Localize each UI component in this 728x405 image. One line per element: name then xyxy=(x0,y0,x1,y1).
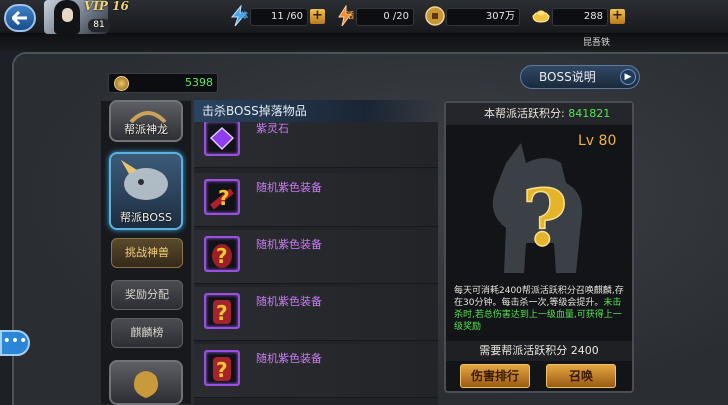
list-item[interactable]: ? 随机紫色装备 xyxy=(194,287,438,341)
damage-rank-button[interactable]: 伤害排行 xyxy=(460,364,530,388)
mystery-equipment-icon: ? xyxy=(204,350,240,386)
summon-button[interactable]: 召唤 xyxy=(546,364,616,388)
money-bag-icon xyxy=(133,371,159,398)
boss-info-label: BOSS说明 xyxy=(539,70,596,84)
list-item[interactable]: ? 随机紫色装备 xyxy=(194,173,438,227)
activity-score: 本帮派活跃积分: 841821 xyxy=(446,103,632,125)
item-name: 随机紫色装备 xyxy=(256,181,322,194)
purple-gem-icon xyxy=(204,122,240,156)
drop-list-title: 击杀BOSS掉落物品 xyxy=(194,100,438,122)
boss-silhouette-icon: ? xyxy=(492,143,582,273)
boss-info-button[interactable]: BOSS说明 ▶ xyxy=(520,65,640,89)
chat-ellipsis-icon: ••• xyxy=(2,333,28,349)
arrow-left-icon xyxy=(12,11,27,25)
boss-description: 每天可消耗2400帮派活跃积分召唤麒麟,存在30分钟。每击杀一次,等级会提升。未… xyxy=(454,285,626,333)
sidebar-item-challenge[interactable]: 挑战神兽 xyxy=(111,238,183,268)
svg-text:?: ? xyxy=(218,186,230,210)
play-arrow-icon: ▶ xyxy=(620,69,636,85)
sidebar-item-dragon[interactable]: 帮派神龙 xyxy=(109,100,183,142)
sidebar-item-label: 帮派BOSS xyxy=(120,211,172,224)
mystery-equipment-icon: ? xyxy=(204,236,240,272)
stamina-value: 11 /60 xyxy=(250,8,308,26)
sidebar-item-bag[interactable] xyxy=(109,360,183,405)
sidebar-item-guild-boss[interactable]: 帮派BOSS xyxy=(109,152,183,230)
drop-list[interactable]: 紫灵石 ? 随机紫色装备 ? 随机紫色装备 ? 随机紫色装备 ? 随机紫色装备 xyxy=(194,122,438,405)
item-name: 紫灵石 xyxy=(256,122,289,135)
stamina-label: 体 xyxy=(240,11,248,20)
svg-text:?: ? xyxy=(216,358,228,382)
list-item[interactable]: ? 随机紫色装备 xyxy=(194,344,438,398)
item-name: 随机紫色装备 xyxy=(256,352,322,365)
svg-text:?: ? xyxy=(522,173,568,264)
svg-text:?: ? xyxy=(216,301,228,325)
top-bar: VIP 16 81 体 11 /60 + 活 0 /20 307万 288 + xyxy=(0,0,728,34)
item-name: 随机紫色装备 xyxy=(256,238,322,251)
boss-panel: 本帮派活跃积分: 841821 Lv 80 ? 每天可消耗2400帮派活跃积分召… xyxy=(444,101,634,393)
guild-score-value: 5398 xyxy=(185,76,213,89)
back-button[interactable] xyxy=(4,4,36,32)
sidebar-item-rewards[interactable]: 奖励分配 xyxy=(111,280,183,310)
boss-description-main: 每天可消耗2400帮派活跃积分召唤麒麟,存在30分钟。每击杀一次,等级会提升。 xyxy=(454,286,624,308)
list-item[interactable]: 紫灵石 xyxy=(194,122,438,168)
score-coin-icon xyxy=(114,76,129,91)
vitality-label: 活 xyxy=(346,11,354,20)
player-level: 81 xyxy=(88,19,110,32)
add-stamina-button[interactable]: + xyxy=(310,9,325,24)
list-item[interactable]: ? 随机紫色装备 xyxy=(194,230,438,284)
qilin-icon xyxy=(121,160,168,200)
mystery-equipment-icon: ? xyxy=(204,293,240,329)
sidebar-item-label: 帮派神龙 xyxy=(124,123,168,136)
activity-score-label: 本帮派活跃积分: xyxy=(484,107,565,120)
mystery-equipment-icon: ? xyxy=(204,179,240,215)
item-name: 随机紫色装备 xyxy=(256,295,322,308)
vitality-value: 0 /20 xyxy=(356,8,414,26)
guild-score: 5398 xyxy=(108,73,218,93)
coin-icon xyxy=(425,6,445,26)
activity-score-value: 841821 xyxy=(568,107,611,120)
summon-cost: 需要帮派活跃积分 2400 xyxy=(446,341,632,361)
gold-value: 288 xyxy=(552,8,608,26)
svg-text:?: ? xyxy=(216,244,228,268)
sidebar-item-ranking[interactable]: 麒麟榜 xyxy=(111,318,183,348)
gold-ingot-icon xyxy=(532,10,550,23)
add-gold-button[interactable]: + xyxy=(610,9,625,24)
vip-level: VIP 16 xyxy=(84,0,129,13)
player-name: 昆吾铁 xyxy=(0,34,728,52)
coin-value: 307万 xyxy=(446,8,520,26)
chat-button[interactable]: ••• xyxy=(0,330,30,356)
